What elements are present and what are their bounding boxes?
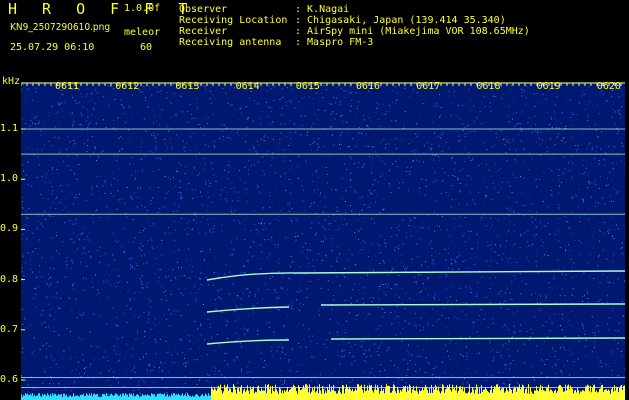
time-tick-label: 0617	[416, 81, 441, 92]
time-tick-label: 0612	[115, 81, 140, 92]
version-label: 1.0.0f	[124, 3, 161, 14]
time-tick-label: 0611	[55, 81, 80, 92]
waterfall-canvas	[21, 82, 625, 400]
location-value: : Chigasaki, Japan (139.414 35.340)	[295, 15, 506, 26]
count-label: 60	[140, 42, 153, 53]
power-bar-strip	[21, 384, 625, 400]
time-tick-label: 0615	[295, 81, 320, 92]
freq-tick-label: 0.8	[0, 273, 19, 285]
app-title: H R O F F T	[8, 0, 196, 18]
echo-trace	[320, 303, 625, 306]
time-tick-label: 0619	[536, 81, 561, 92]
echo-trace	[206, 306, 290, 313]
observer-label: Observer	[179, 4, 228, 15]
time-tick-label: 0613	[175, 81, 200, 92]
filename-label: KN9_2507290610.png	[10, 22, 111, 33]
freq-tick-label: 1.0	[0, 173, 19, 185]
antenna-label: Receiving antenna	[179, 37, 282, 48]
freq-unit-label: kHz	[2, 76, 21, 87]
noise-layer	[21, 82, 625, 400]
spectrogram-waterfall	[21, 82, 625, 400]
header-panel: H R O F F T 1.0.0f KN9_2507290610.png me…	[0, 0, 629, 76]
echo-trace	[206, 339, 290, 345]
time-tick-label: 0616	[356, 81, 381, 92]
freq-tick-label: 0.9	[0, 223, 19, 235]
observer-value: : K.Nagai	[295, 4, 350, 15]
time-tick-label: 0620	[596, 81, 621, 92]
datetime-label: 25.07.29 06:10	[10, 42, 95, 53]
freq-tick-label: 0.7	[0, 323, 19, 335]
time-tick-label: 0618	[476, 81, 501, 92]
freq-tick-label: 1.1	[0, 123, 19, 134]
freq-tick-label: 0.6	[0, 374, 19, 385]
receiver-value: : AirSpy mini (Miakejima VOR 108.65MHz)	[295, 26, 530, 37]
location-label: Receiving Location	[179, 15, 288, 26]
time-tick-label: 0614	[235, 81, 260, 92]
antenna-value: : Maspro FM-3	[295, 37, 374, 48]
mode-label: meleor	[124, 27, 161, 38]
receiver-label: Receiver	[179, 26, 228, 37]
echo-trace	[330, 337, 625, 340]
